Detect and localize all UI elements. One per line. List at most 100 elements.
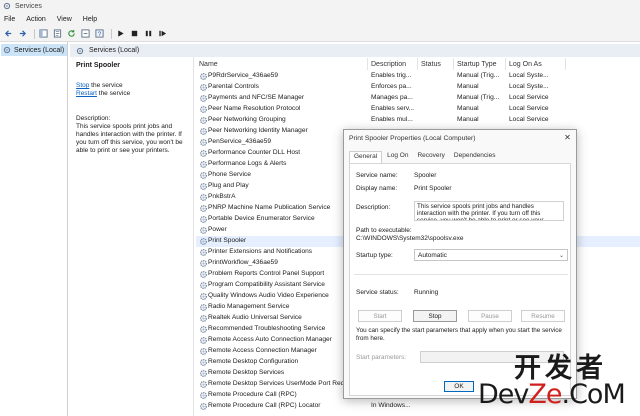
table-row[interactable]: Peer Name Resolution Protocol Enables ser… [196,104,640,115]
service-name-value: Spooler [414,172,437,179]
start-service-icon[interactable] [115,28,126,39]
tab-log-on[interactable]: Log On [383,151,412,163]
service-name-cell: Remote Access Connection Manager [208,347,317,354]
service-description-cell: Manages pa... [371,94,413,101]
service-name-cell: Remote Procedure Call (RPC) [208,391,297,398]
service-gear-icon [199,116,208,125]
service-gear-icon [199,270,208,279]
table-row[interactable]: Parental Controls Enforces pa... Manual Loc… [196,82,640,93]
tab-dependencies[interactable]: Dependencies [450,151,500,163]
service-gear-icon [199,325,208,334]
watermark-latin: DevZe.CoM [478,379,626,410]
service-logon-cell: Local Syste... [509,72,549,79]
service-name-cell: Phone Service [208,171,251,178]
dialog-title-bar[interactable]: Print Spooler Properties (Local Computer… [344,130,576,146]
service-startup-cell: Manual (Trig... [457,94,500,101]
service-gear-icon [199,248,208,257]
watermark-ze: Ze [528,379,562,410]
tree-item-label: Services (Local) [14,46,65,54]
service-description-cell: Enforces pa... [371,83,412,90]
service-name-cell: Plug and Play [208,182,249,189]
column-header-name[interactable]: Name [196,58,368,70]
table-row[interactable]: Payments and NFC/SE Manager Manages pa...… [196,93,640,104]
service-name-cell: Remote Desktop Services [208,369,285,376]
service-description-cell: In Windows... [371,402,411,409]
service-gear-icon [199,182,208,191]
help-icon[interactable]: ? [94,28,105,39]
service-description-cell: Enables trig... [371,72,412,79]
menu-view[interactable]: View [57,16,72,23]
services-gear-icon [76,47,84,54]
service-startup-cell: Manual [457,83,479,90]
service-logon-cell: Local Syste... [509,83,549,90]
watermark-dev: Dev [478,379,529,410]
watermark-com: .CoM [561,379,626,410]
title-bar: Services [0,0,640,12]
refresh-icon[interactable] [66,28,77,39]
service-gear-icon [199,215,208,224]
ok-button[interactable]: OK [444,381,474,392]
service-name-cell: PrintWorkflow_436ae59 [208,259,278,266]
service-name-cell: Quality Windows Audio Video Experience [208,292,329,299]
description-field[interactable]: This service spools print jobs and handl… [414,201,564,221]
pause-button[interactable]: Pause [468,310,512,322]
service-gear-icon [199,292,208,301]
service-name-cell: PenService_436ae59 [208,138,272,145]
start-button[interactable]: Start [358,310,402,322]
path-value: C:\WINDOWS\System32\spoolsv.exe [356,235,464,242]
menu-action[interactable]: Action [26,16,45,23]
display-name-value: Print Spooler [414,185,452,192]
column-header-log-on-as[interactable]: Log On As [506,58,566,70]
service-name-cell: Parental Controls [208,83,259,90]
column-header-description[interactable]: Description [368,58,418,70]
service-name-cell: PNRP Machine Name Publication Service [208,204,331,211]
restart-action: Restart the service [76,90,130,97]
services-gear-icon [3,2,11,10]
service-gear-icon [199,105,208,114]
description-label: Description: [76,115,111,122]
menu-file[interactable]: File [4,16,15,23]
tab-recovery[interactable]: Recovery [413,151,448,163]
service-gear-icon [199,402,208,411]
toolbar-divider [111,28,112,39]
resume-button[interactable]: Resume [521,310,565,322]
show-console-tree-icon[interactable] [38,28,49,39]
tab-general[interactable]: General [349,151,383,163]
service-gear-icon [199,336,208,345]
service-name-cell: Performance Counter DLL Host [208,149,301,156]
back-icon[interactable] [3,28,14,39]
panel-header: Services (Local) [70,44,640,57]
export-list-icon[interactable] [80,28,91,39]
service-description-cell: Enables mul... [371,116,413,123]
service-name-cell: Program Compatibility Assistant Service [208,281,325,288]
restart-service-icon[interactable] [157,28,168,39]
column-header-status[interactable]: Status [418,58,454,70]
column-header-startup-type[interactable]: Startup Type [454,58,506,70]
properties-sheet-icon[interactable] [52,28,63,39]
path-label: Path to executable: [356,227,412,234]
close-icon[interactable]: ✕ [563,133,572,142]
service-name-cell: Radio Management Service [208,303,290,310]
toolbar-divider [34,28,35,39]
service-name-cell: Remote Desktop Configuration [208,358,299,365]
forward-icon[interactable] [17,28,28,39]
service-gear-icon [199,237,208,246]
service-startup-cell: Manual [457,105,479,112]
table-row[interactable]: Peer Networking Grouping Enables mul... Ma… [196,115,640,126]
service-gear-icon [199,226,208,235]
divider [354,274,568,275]
stop-service-icon[interactable] [129,28,140,39]
stop-button[interactable]: Stop [413,310,457,322]
startup-type-select[interactable]: Automatic ⌄ [414,249,568,261]
service-gear-icon [199,149,208,158]
menu-help[interactable]: Help [83,16,97,23]
pause-service-icon[interactable] [143,28,154,39]
stop-link[interactable]: Stop [76,82,89,89]
table-row[interactable]: P9RdrService_436ae59 Enables trig... Manua… [196,71,640,82]
service-gear-icon [199,72,208,81]
dialog-tabs: General Log On Recovery Dependencies [349,151,500,163]
start-parameters-help: You can specify the start parameters tha… [356,327,562,342]
tree-item-services-local[interactable]: Services (Local) [1,44,67,56]
service-gear-icon [199,83,208,92]
restart-link[interactable]: Restart [76,90,97,97]
